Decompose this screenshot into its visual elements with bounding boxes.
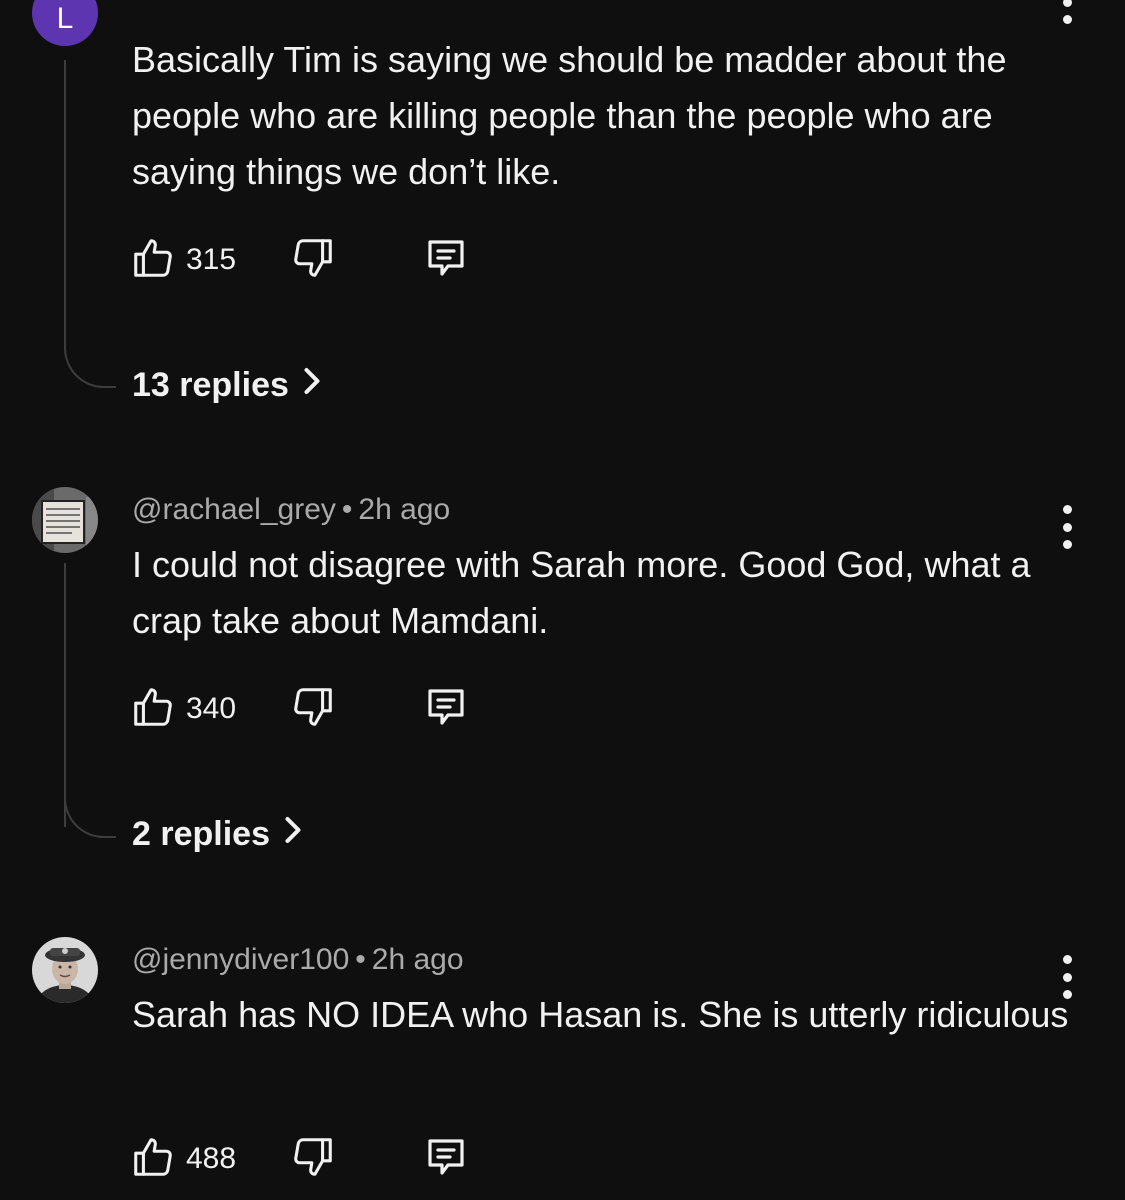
avatar[interactable]: L	[32, 0, 98, 46]
reply-button[interactable]	[422, 1133, 470, 1186]
dislike-button[interactable]	[290, 684, 336, 735]
thumbs-down-icon	[290, 1134, 336, 1185]
comment-meta: @jennydiver100 • 2h ago	[132, 943, 464, 977]
like-count: 340	[186, 692, 237, 725]
reply-button[interactable]	[422, 234, 470, 287]
thumbs-up-icon	[130, 1134, 176, 1185]
like-button[interactable]: 340	[130, 684, 250, 735]
comment-actions: 488	[130, 1133, 470, 1185]
chevron-right-icon	[289, 366, 323, 405]
thread-line	[64, 563, 66, 827]
comment-text: Basically Tim is saying we should be mad…	[132, 39, 1007, 192]
dislike-button[interactable]	[290, 235, 336, 286]
comment-time: 2h ago	[358, 493, 451, 526]
view-replies-button[interactable]: 13 replies	[132, 366, 323, 405]
thread-connector	[64, 348, 116, 388]
reply-comment-icon	[422, 1133, 470, 1186]
comment-meta: @rachael_grey • 2h ago	[132, 493, 450, 527]
comment-author[interactable]: @jennydiver100	[132, 943, 349, 976]
thumbs-up-icon	[130, 684, 176, 735]
thumbs-down-icon	[290, 684, 336, 735]
replies-label: 13 replies	[132, 366, 289, 404]
comment-time: 2h ago	[371, 943, 464, 976]
reply-comment-icon	[422, 683, 470, 736]
comment-actions: 315	[130, 234, 470, 286]
comment-text: Sarah has NO IDEA who Hasan is. She is u…	[132, 994, 1069, 1035]
reply-comment-icon	[422, 234, 470, 287]
replies-label: 2 replies	[132, 815, 270, 853]
like-button[interactable]: 488	[130, 1134, 250, 1185]
view-replies-button[interactable]: 2 replies	[132, 815, 304, 854]
thumbs-down-icon	[290, 235, 336, 286]
thumbs-up-icon	[130, 235, 176, 286]
like-button[interactable]: 315	[130, 235, 250, 286]
more-options-button[interactable]	[1057, 0, 1077, 24]
comment-actions: 340	[130, 683, 470, 735]
meta-separator: •	[341, 493, 353, 526]
meta-separator: •	[355, 943, 366, 976]
comments-page: L Basically Tim is saying we should be m…	[0, 0, 1125, 1200]
avatar[interactable]	[32, 937, 98, 1003]
chevron-right-icon	[270, 815, 304, 854]
like-count: 488	[186, 1142, 237, 1175]
thread-connector	[64, 798, 116, 838]
like-count: 315	[186, 243, 237, 276]
comment-author[interactable]: @rachael_grey	[132, 493, 336, 526]
dislike-button[interactable]	[290, 1134, 336, 1185]
comment-text: I could not disagree with Sarah more. Go…	[132, 544, 1031, 641]
reply-button[interactable]	[422, 683, 470, 736]
avatar-letter: L	[56, 2, 74, 35]
avatar[interactable]	[32, 487, 98, 553]
thread-line	[64, 60, 66, 350]
